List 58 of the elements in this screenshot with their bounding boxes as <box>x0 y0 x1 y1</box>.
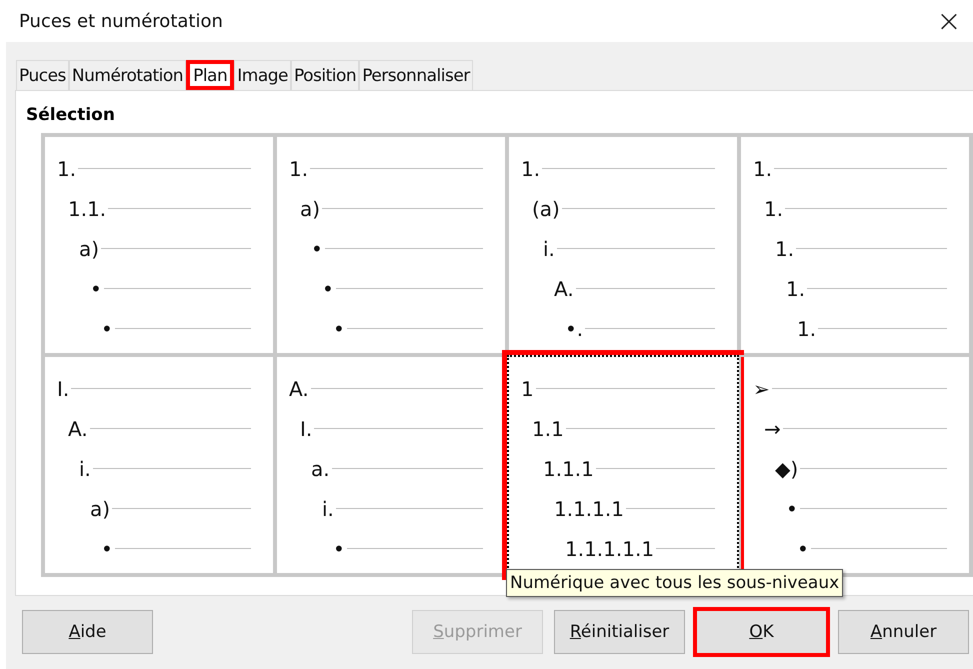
list-label: a) <box>79 237 100 261</box>
preset-cell[interactable]: 1. a) • • • <box>275 135 507 355</box>
list-label: • <box>333 537 345 561</box>
list-label: i. <box>322 497 334 521</box>
list-label: • <box>333 317 345 341</box>
list-label: 1. <box>797 317 816 341</box>
list-label: A. <box>289 377 309 401</box>
list-label: i. <box>543 237 555 261</box>
tab[interactable]: Personnaliser <box>359 60 473 90</box>
list-label: 1. <box>775 237 794 261</box>
close-button[interactable]: × <box>929 4 969 38</box>
list-label: a) <box>90 497 110 521</box>
list-label: 1.1 <box>532 417 564 441</box>
list-label: 1. <box>786 277 806 301</box>
list-label: • <box>101 537 113 561</box>
list-label: 1. <box>753 157 772 181</box>
dialog-button[interactable]: Annuler <box>838 610 969 654</box>
tab[interactable]: Puces <box>16 60 69 90</box>
list-label: 1.1. <box>68 197 106 221</box>
tab[interactable]: Position <box>291 60 360 90</box>
list-label: i. <box>79 457 91 481</box>
dialog-button[interactable]: Aide <box>22 610 153 654</box>
dialog-button[interactable]: Réinitialiser <box>554 610 685 654</box>
list-label: • <box>322 277 334 301</box>
list-label: 1. <box>764 197 784 221</box>
list-label: 1.1.1.1 <box>554 497 624 521</box>
list-label: • <box>90 277 102 301</box>
list-label: 1. <box>521 157 540 181</box>
preset-cell[interactable]: 1. 1.1. a) • • <box>43 135 275 355</box>
tooltip: Numérique avec tous les sous-niveaux <box>506 569 844 597</box>
tab[interactable]: Image <box>234 60 291 90</box>
list-label: a. <box>311 457 330 481</box>
list-label: 1. <box>57 157 76 181</box>
tab[interactable]: Numérotation <box>68 60 186 90</box>
list-label: • <box>797 537 809 561</box>
window-title: Puces et numérotation <box>19 10 223 32</box>
preset-cell[interactable]: I. A. i. a) • <box>43 355 275 575</box>
dialog-button[interactable]: OK <box>696 610 827 654</box>
list-label: • <box>101 317 113 341</box>
list-label: I. <box>57 377 70 401</box>
list-label: 1.1.1.1.1 <box>565 537 654 561</box>
list-label: • <box>311 237 323 261</box>
list-label: 1 <box>521 377 534 401</box>
list-label: A. <box>554 277 574 301</box>
tab[interactable]: Plan <box>186 60 234 90</box>
list-label: 1. <box>289 157 308 181</box>
list-label: • <box>786 497 798 521</box>
list-label: a) <box>300 197 320 221</box>
list-label: → <box>764 417 781 441</box>
list-label: 1.1.1 <box>543 457 594 481</box>
section-title: Sélection <box>25 104 116 127</box>
list-label: I. <box>300 417 312 441</box>
list-label: ➢ <box>753 377 770 401</box>
list-label: A. <box>68 417 88 441</box>
list-label: •. <box>565 317 584 341</box>
list-label: (a) <box>532 197 560 221</box>
preset-cell[interactable]: 1. 1. 1. 1. 1. <box>739 135 971 355</box>
list-label: ◆) <box>775 457 798 481</box>
